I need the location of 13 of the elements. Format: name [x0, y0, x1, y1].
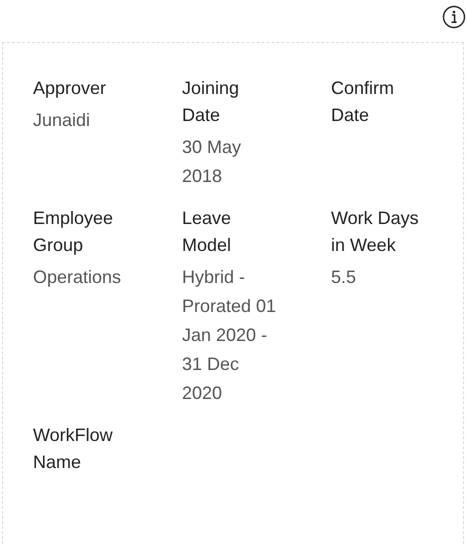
- field-value: Junaidi: [33, 109, 92, 132]
- field-label: WorkFlow Name: [33, 424, 114, 474]
- field-label: Leave Model: [182, 207, 232, 257]
- field-value: 30 May 2018: [182, 136, 242, 188]
- info-icon[interactable]: [442, 5, 466, 29]
- field-value: 5.5: [331, 266, 358, 289]
- field-value: Operations: [33, 266, 122, 289]
- field-label: Joining Date: [182, 77, 240, 127]
- field-value: Hybrid - Prorated 01 Jan 2020 - 31 Dec 2020: [182, 266, 278, 405]
- field-label: Confirm Date: [331, 77, 396, 127]
- field-label: Employee Group: [33, 207, 114, 257]
- field-label: Approver: [33, 77, 108, 100]
- field-label: Work Days in Week: [331, 207, 420, 257]
